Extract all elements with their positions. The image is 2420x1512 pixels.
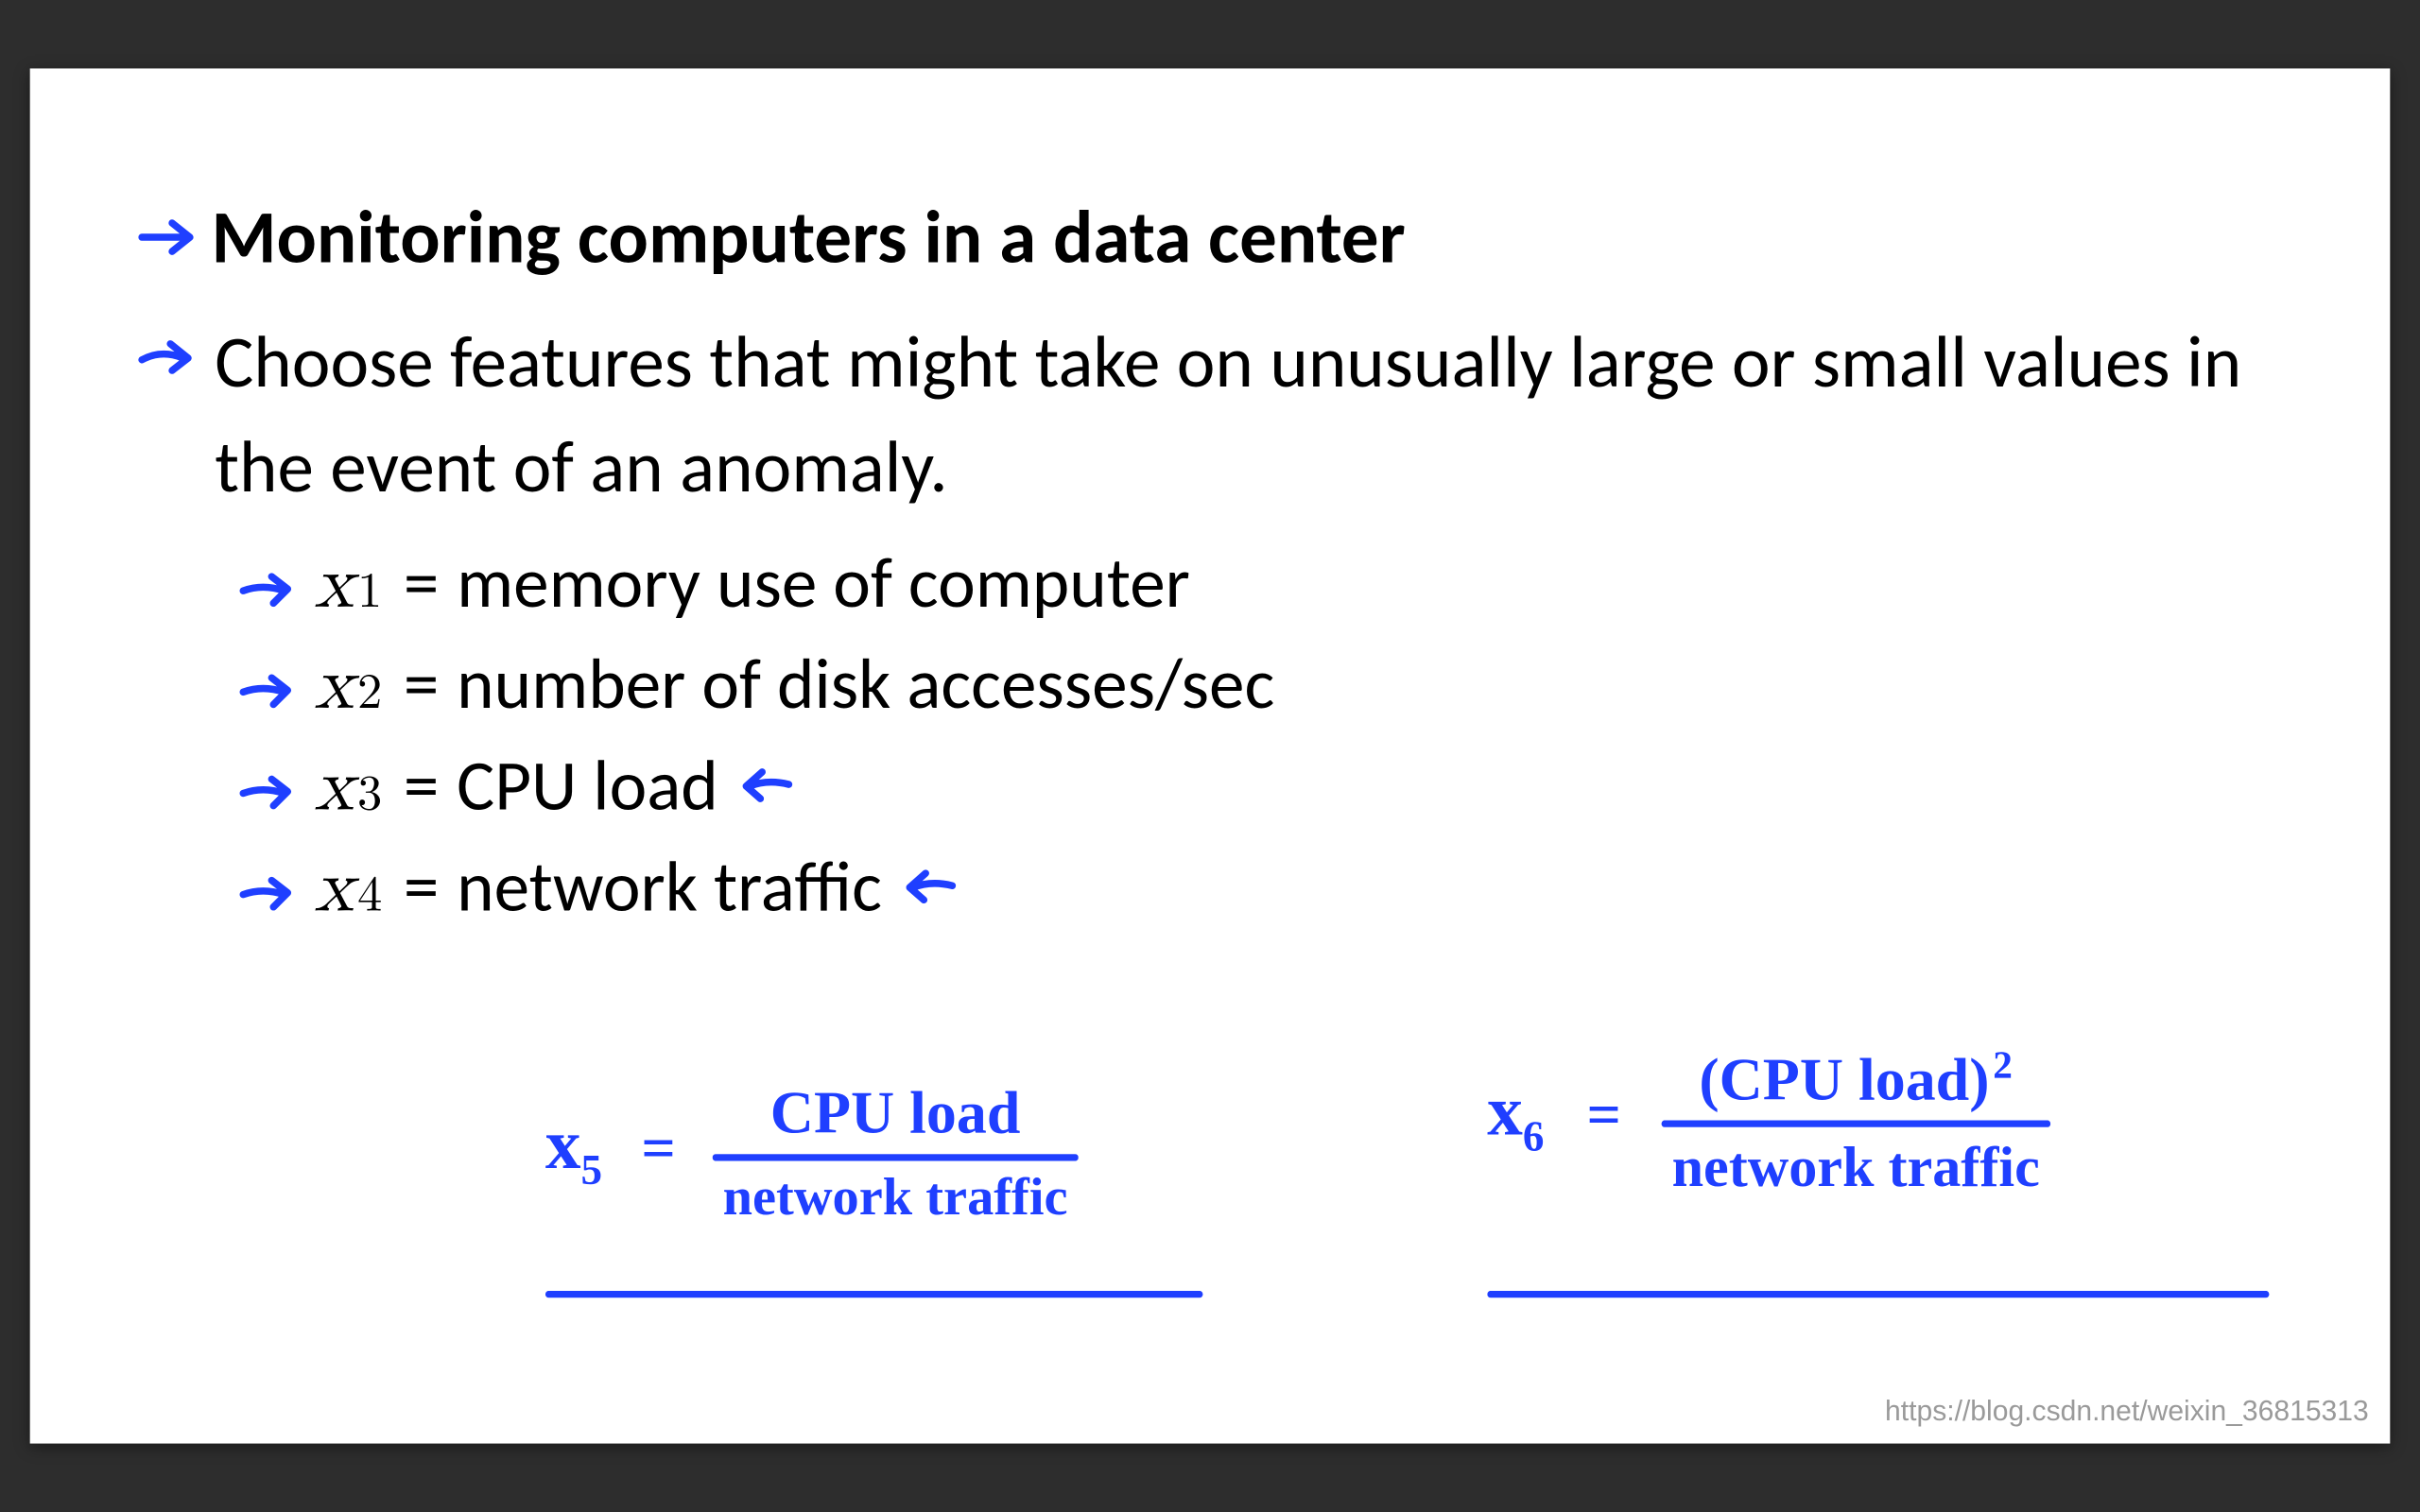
arrow-right-icon (136, 329, 200, 391)
hw-exponent: 2 (1993, 1042, 2013, 1087)
math-variable: x (314, 541, 354, 630)
hw-numerator: CPU load (760, 1081, 1031, 1148)
hw-var: x (1487, 1072, 1523, 1152)
hw-fraction-bar (712, 1154, 1078, 1161)
math-subscript: 3 (357, 765, 382, 826)
slide-container: Monitoring computers in a data center Ch… (30, 68, 2391, 1443)
equals-sign: = (404, 743, 439, 830)
watermark: https://blog.csdn.net/weixin_36815313 (1885, 1398, 2369, 1430)
feature-text: x1 = memory use of computer (314, 540, 1189, 630)
hw-fraction: CPU load network traffic (712, 1081, 1078, 1228)
arrow-right-icon (240, 567, 301, 622)
slide-title: Monitoring computers in a data center (211, 193, 1405, 286)
slide: Monitoring computers in a data center Ch… (30, 68, 2391, 1443)
math-variable: x (314, 643, 354, 731)
feature-text: x4 = network traffic (314, 844, 959, 935)
arrow-right-icon (240, 870, 301, 925)
math-subscript: 4 (357, 867, 382, 927)
arrow-right-icon (240, 668, 301, 723)
feature-text: x3 = CPU load (314, 743, 796, 833)
feature-description: memory use of computer (457, 540, 1190, 627)
handwritten-x5: x5 = CPU load network traffic (545, 1081, 1079, 1228)
slide-content: Monitoring computers in a data center Ch… (30, 68, 2391, 934)
slide-subtitle: Choose features that might take on unusu… (215, 311, 2310, 522)
feature-text: x2 = number of disk accesses/sec (314, 642, 1274, 732)
equals-sign: = (404, 540, 439, 627)
equals-sign: = (404, 844, 439, 931)
hw-num-base: (CPU load) (1699, 1048, 1989, 1114)
hw-underline (545, 1291, 1203, 1298)
handwritten-x6: x6 = (CPU load)2 network traffic (1487, 1042, 2050, 1201)
title-row: Monitoring computers in a data center (136, 193, 2309, 286)
hw-eq: = (1587, 1084, 1621, 1150)
hw-denominator: network traffic (712, 1168, 1078, 1228)
hw-sub: 6 (1523, 1116, 1545, 1162)
arrow-right-icon (136, 211, 200, 273)
math-subscript: 2 (357, 664, 382, 725)
feature-row: x3 = CPU load (240, 743, 2310, 833)
equals-sign: = (404, 642, 439, 729)
hw-numerator: (CPU load)2 (1688, 1042, 2023, 1116)
math-variable: x (314, 745, 354, 833)
feature-description: CPU load (457, 743, 718, 830)
arrow-left-icon (736, 743, 797, 830)
hw-underline (1487, 1291, 2269, 1298)
feature-description: network traffic (457, 844, 882, 931)
feature-description: number of disk accesses/sec (457, 642, 1274, 729)
hw-fraction-bar (1661, 1121, 2050, 1128)
subtitle-row: Choose features that might take on unusu… (136, 311, 2309, 522)
hw-eq: = (641, 1117, 675, 1183)
arrow-left-icon (900, 844, 960, 931)
hw-fraction: (CPU load)2 network traffic (1661, 1042, 2050, 1201)
feature-row: x4 = network traffic (240, 844, 2310, 935)
hw-sub: 5 (580, 1149, 602, 1195)
math-variable: x (314, 846, 354, 935)
arrow-right-icon (240, 769, 301, 824)
hw-var: x (545, 1105, 581, 1185)
feature-row: x1 = memory use of computer (240, 540, 2310, 630)
feature-row: x2 = number of disk accesses/sec (240, 642, 2310, 732)
hw-denominator: network traffic (1661, 1135, 2050, 1201)
math-subscript: 1 (357, 563, 382, 624)
